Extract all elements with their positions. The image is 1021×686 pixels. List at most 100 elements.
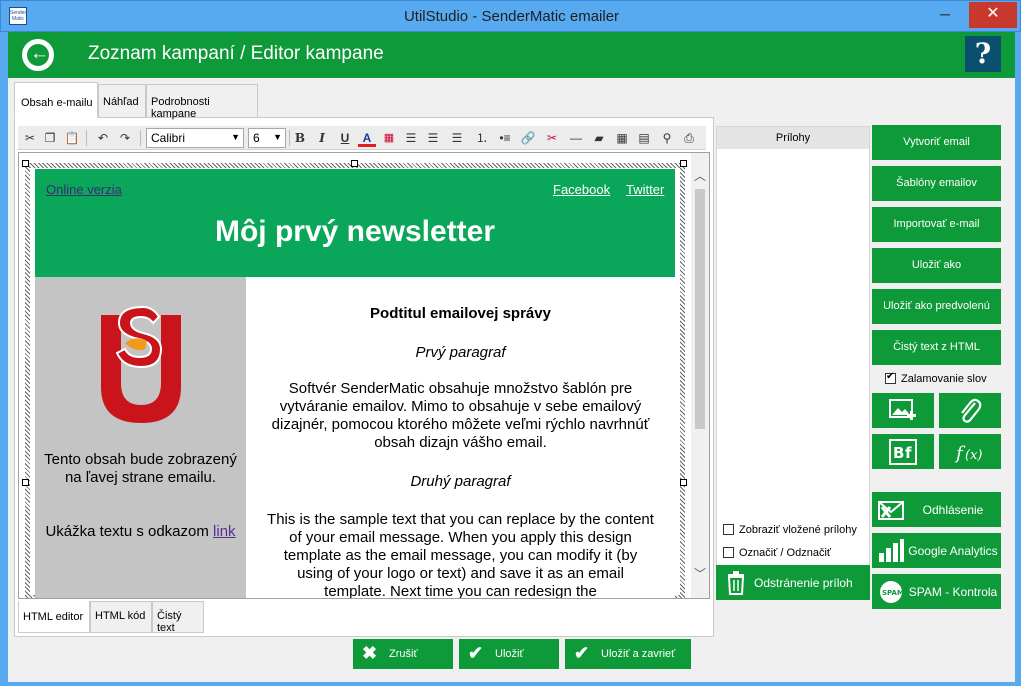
plain-text-from-html-button[interactable]: Čistý text z HTML bbox=[872, 330, 1001, 365]
scroll-down-icon[interactable]: ﹀ bbox=[691, 565, 709, 581]
cancel-label: Zrušiť bbox=[389, 648, 418, 660]
font-family-value: Calibri bbox=[151, 131, 186, 145]
paste-icon[interactable]: 📋 bbox=[63, 129, 81, 147]
left-column-link-text: Ukážka textu s odkazom link bbox=[35, 523, 246, 541]
unsubscribe-label: Odhlásenie bbox=[922, 503, 984, 517]
horizontal-rule-icon[interactable]: — bbox=[567, 129, 585, 147]
checkbox-box[interactable] bbox=[885, 371, 896, 384]
checkbox-box[interactable] bbox=[723, 524, 734, 535]
numbered-list-icon[interactable]: ⒈ bbox=[473, 129, 491, 147]
facebook-link[interactable]: Facebook bbox=[553, 182, 610, 197]
window-border-left bbox=[0, 32, 8, 686]
tab-html-code[interactable]: HTML kód bbox=[90, 601, 152, 633]
find-icon[interactable]: ⚲ bbox=[658, 129, 676, 147]
undo-icon[interactable]: ↶ bbox=[94, 129, 112, 147]
email-templates-button[interactable]: Šablóny emailov bbox=[872, 166, 1001, 201]
trash-icon bbox=[727, 571, 745, 595]
font-family-select[interactable]: Calibri ▼ bbox=[146, 128, 244, 148]
align-right-icon[interactable]: ☰ bbox=[448, 129, 466, 147]
sample-link[interactable]: link bbox=[213, 523, 236, 540]
import-email-button[interactable]: Importovať e-mail bbox=[872, 207, 1001, 242]
chevron-down-icon: ▼ bbox=[231, 132, 240, 142]
attach-file-button[interactable] bbox=[939, 393, 1001, 428]
cut-icon[interactable]: ✂ bbox=[21, 129, 39, 147]
toolbar-separator bbox=[140, 130, 141, 146]
remove-attachments-button[interactable]: Odstránenie príloh bbox=[716, 565, 870, 600]
background-color-icon[interactable]: ▦ bbox=[380, 129, 398, 147]
personalization-icon: B f bbox=[889, 439, 917, 465]
remove-attachments-label: Odstránenie príloh bbox=[754, 576, 853, 590]
checkbox-box[interactable] bbox=[723, 547, 734, 558]
function-button[interactable]: f (x) bbox=[939, 434, 1001, 469]
tab-preview[interactable]: Náhľad bbox=[98, 84, 146, 118]
resize-handle[interactable] bbox=[22, 160, 29, 167]
insert-image-button[interactable] bbox=[872, 393, 934, 428]
personalization-button[interactable]: B f bbox=[872, 434, 934, 469]
resize-handle[interactable] bbox=[22, 479, 29, 486]
save-as-button[interactable]: Uložiť ako bbox=[872, 248, 1001, 283]
copy-icon[interactable]: ❐ bbox=[41, 129, 59, 147]
redo-icon[interactable]: ↷ bbox=[116, 129, 134, 147]
page-title: Zoznam kampaní / Editor kampane bbox=[88, 43, 384, 64]
show-embedded-checkbox[interactable]: Zobraziť vložené prílohy bbox=[723, 524, 857, 536]
create-email-button[interactable]: Vytvoriť email bbox=[872, 125, 1001, 160]
svg-text:SPAM: SPAM bbox=[882, 589, 904, 597]
cancel-button[interactable]: ✖ Zrušiť bbox=[353, 639, 453, 669]
table-properties-icon[interactable]: ▤ bbox=[635, 129, 653, 147]
font-color-icon[interactable]: A bbox=[358, 129, 376, 147]
tab-html-editor[interactable]: HTML editor bbox=[18, 601, 90, 633]
tab-campaign-details[interactable]: Podrobnosti kampane bbox=[146, 84, 258, 120]
spam-icon: SPAM bbox=[880, 581, 904, 603]
insert-image-icon bbox=[889, 399, 916, 420]
scrollbar-thumb[interactable] bbox=[695, 189, 705, 429]
font-size-select[interactable]: 6 ▼ bbox=[248, 128, 286, 148]
spam-check-label: SPAM - Kontrola bbox=[908, 585, 998, 599]
align-center-icon[interactable]: ☰ bbox=[424, 129, 442, 147]
word-wrap-checkbox[interactable]: Zalamovanie slov bbox=[885, 371, 987, 385]
chevron-down-icon: ▼ bbox=[273, 132, 282, 142]
save-and-close-button[interactable]: ✔ Uložiť a zavrieť bbox=[565, 639, 691, 669]
insert-table-icon[interactable]: ▦ bbox=[613, 129, 631, 147]
link-icon[interactable]: 🔗 bbox=[519, 129, 537, 147]
unlink-icon[interactable]: ✂ bbox=[543, 129, 561, 147]
left-link-prefix: Ukážka textu s odkazom bbox=[45, 523, 209, 540]
editor-vertical-scrollbar[interactable]: ︿ ﹀ bbox=[691, 153, 709, 598]
left-column-text: Tento obsah bude zobrazený na ľavej stra… bbox=[44, 451, 237, 486]
tab-email-content[interactable]: Obsah e-mailu bbox=[14, 82, 98, 118]
google-analytics-button[interactable]: Google Analytics bbox=[872, 533, 1001, 568]
html-editor-canvas[interactable]: Online verzia Facebook Twitter Môj prvý … bbox=[18, 152, 710, 599]
paragraph-2-text: This is the sample text that you can rep… bbox=[267, 511, 654, 599]
checkmark-icon: ✔ bbox=[574, 643, 590, 663]
scroll-up-icon[interactable]: ︿ bbox=[691, 167, 709, 183]
print-icon[interactable]: ⎙ bbox=[680, 129, 698, 147]
help-button[interactable]: ? bbox=[965, 36, 1001, 72]
select-toggle-checkbox[interactable]: Označiť / Odznačiť bbox=[723, 547, 831, 559]
close-icon[interactable]: ✕ bbox=[969, 2, 1017, 28]
save-button[interactable]: ✔ Uložiť bbox=[459, 639, 559, 669]
underline-icon[interactable]: U bbox=[336, 129, 354, 147]
newsletter-left-column: Tento obsah bude zobrazený na ľavej stra… bbox=[35, 277, 246, 598]
function-icon: f (x) bbox=[954, 443, 982, 464]
resize-handle[interactable] bbox=[680, 160, 687, 167]
resize-handle[interactable] bbox=[680, 479, 687, 486]
save-as-default-button[interactable]: Uložiť ako predvolenú bbox=[872, 289, 1001, 324]
resize-handle[interactable] bbox=[351, 160, 358, 167]
align-left-icon[interactable]: ☰ bbox=[402, 129, 420, 147]
bold-icon[interactable]: B bbox=[291, 129, 309, 147]
bullet-list-icon[interactable]: •≡ bbox=[496, 129, 514, 147]
toolbar-separator bbox=[86, 130, 87, 146]
back-arrow-icon[interactable]: ← bbox=[22, 39, 54, 71]
tab-plain-text[interactable]: Čistý text bbox=[152, 601, 204, 634]
window-titlebar[interactable]: Sender Matic UtilStudio - SenderMatic em… bbox=[0, 0, 1021, 32]
twitter-link[interactable]: Twitter bbox=[626, 182, 664, 197]
italic-icon[interactable]: I bbox=[313, 129, 331, 147]
svg-text:B: B bbox=[893, 444, 904, 462]
spam-check-button[interactable]: SPAM SPAM - Kontrola bbox=[872, 574, 1001, 609]
bar-chart-icon bbox=[879, 539, 904, 562]
unsubscribe-button[interactable]: Odhlásenie bbox=[872, 492, 1001, 527]
svg-text:(x): (x) bbox=[965, 448, 982, 463]
insert-image-icon[interactable]: ▰ bbox=[590, 129, 608, 147]
online-version-link[interactable]: Online verzia bbox=[46, 182, 122, 197]
minimize-icon[interactable]: ─ bbox=[931, 2, 959, 28]
envelope-x-icon bbox=[878, 501, 904, 520]
